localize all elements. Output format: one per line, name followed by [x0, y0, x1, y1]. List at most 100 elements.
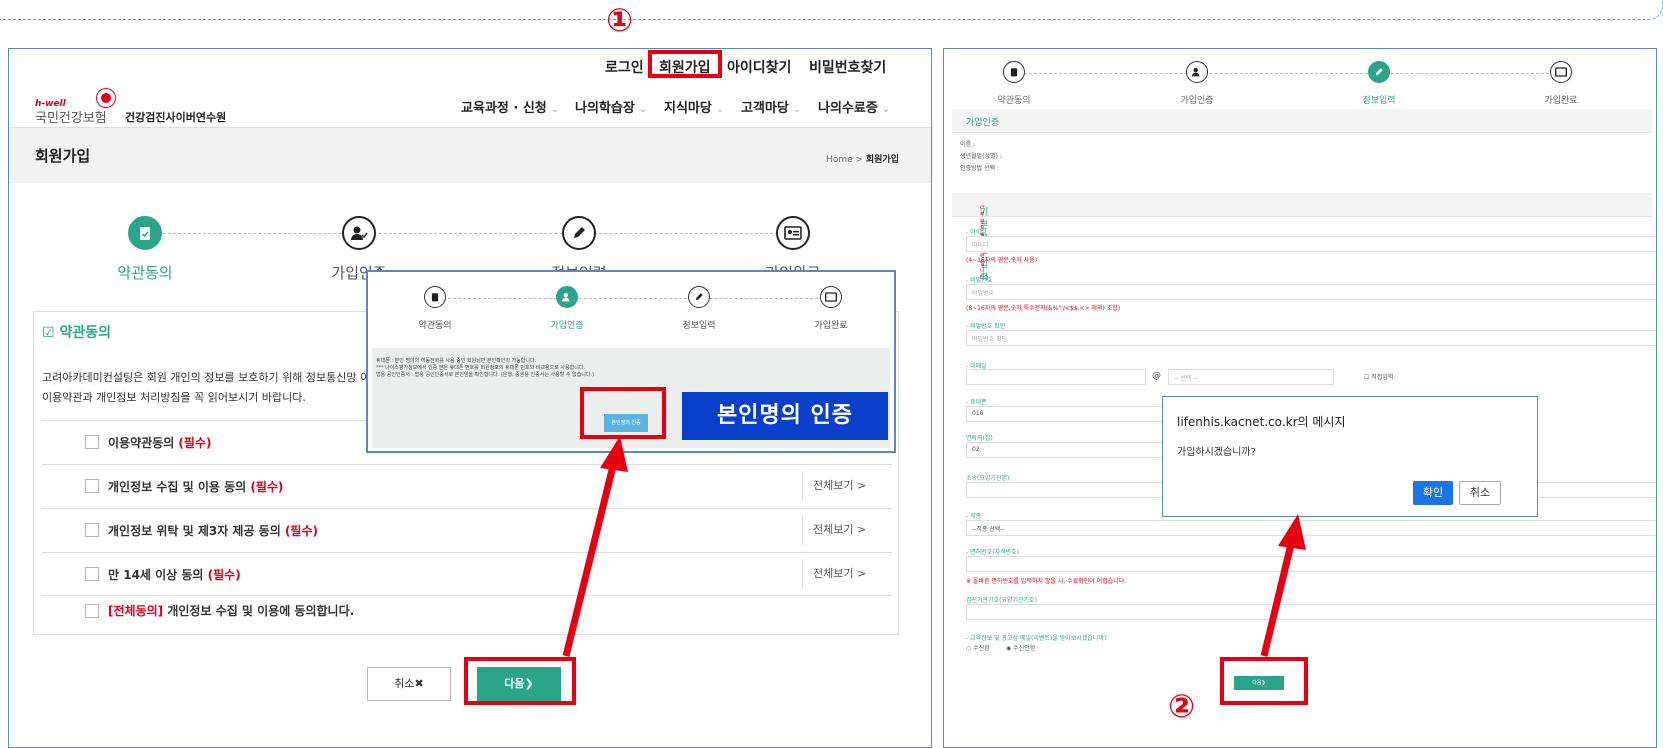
required-tag: (필수): [284, 524, 318, 538]
required-tag: (필수): [178, 436, 212, 450]
email-id-input[interactable]: [966, 369, 1146, 385]
password-confirm-label: - 비밀번호 확인: [966, 323, 1006, 330]
chevron-down-icon: ⌄: [881, 104, 891, 115]
id-card-icon: [820, 286, 842, 308]
agree-row-label: 만 14세 이상 동의 (필수): [108, 566, 241, 583]
method-label: 인증방법 선택 :: [960, 165, 999, 172]
terms-description-line2: 이용약관과 개인정보 처리방침을 꼭 읽어보시기 바랍니다.: [42, 391, 306, 404]
popup-step-terms-label: 약관동의: [418, 321, 452, 331]
password-input[interactable]: 비밀번호: [966, 284, 1656, 300]
popup-step-info-label: 정보입력: [682, 321, 716, 331]
tel-label: 연락처(집): [966, 435, 993, 442]
dialog-cancel-button[interactable]: 취소: [1459, 481, 1501, 505]
dialog-message: 가입하시겠습니까?: [1177, 447, 1256, 458]
agree-all-row: [전체동의] 개인정보 수집 및 이용에 동의합니다.: [42, 596, 892, 626]
find-id-link[interactable]: 아이디찾기: [727, 57, 791, 77]
popup-step-info: 정보입력: [654, 286, 744, 331]
section-verify-bar: 가입인증: [952, 109, 1652, 133]
agree-row-text: 개인정보 위탁 및 제3자 제공 동의: [108, 524, 285, 538]
gnav-course-label: 교육과정 · 신청: [461, 101, 547, 116]
password-hint: (8~16자의 영문,숫자,특수문자(&%"'/<$$,<> 제외) 조합): [966, 305, 1121, 312]
nhis-logo-icon: [97, 89, 115, 107]
phone-input[interactable]: 010: [966, 406, 1166, 422]
id-input[interactable]: 아이디: [966, 236, 1656, 252]
marketing-yes-label: 수신함: [973, 645, 990, 652]
gnav-knowledge[interactable]: 지식마당 ⌄: [664, 97, 724, 116]
right-step-verify-label: 가입인증: [1180, 96, 1214, 106]
id-hint: (4~16자의 영문,숫자 사용): [966, 257, 1038, 264]
name-label: 이름 :: [960, 141, 975, 148]
view-all-link[interactable]: 전체보기 >: [802, 471, 866, 501]
login-link[interactable]: 로그인: [605, 57, 644, 77]
gnav-customer[interactable]: 고객마당 ⌄: [741, 97, 801, 116]
brand-nhis[interactable]: 국민건강보험: [35, 107, 107, 126]
job-select[interactable]: --직종 선택--: [966, 520, 1656, 536]
agree-all-text: 개인정보 수집 및 이용에 동의합니다.: [163, 604, 355, 618]
gnav-customer-label: 고객마당: [741, 101, 789, 116]
agree-row: 개인정보 수집 및 이용 동의 (필수) 전체보기 >: [42, 464, 892, 508]
license-hint: ※ 올바른 면허번호를 입력하지 않을 시, 수료확인이 어렵습니다.: [966, 578, 1127, 585]
email-direct-option[interactable]: ☐ 직접입력: [1364, 372, 1393, 381]
breadcrumb-current: 회원가입: [865, 155, 899, 165]
popup-step-complete: 가입완료: [786, 286, 876, 331]
step-connector: [438, 298, 818, 299]
highlight-right-next-button: [1220, 657, 1308, 705]
annotation-number-1: ①: [606, 1, 634, 39]
section-verify-title: 가입인증: [966, 118, 1000, 128]
cancel-button[interactable]: 취소✖: [367, 667, 451, 701]
verify-info-line: *** 나이스평가정보에서 인증 받은 휴대폰 번호를 회원정보의 휴대폰 번호…: [376, 365, 585, 371]
required-tag: (필수): [207, 568, 241, 582]
popup-step-verify: 가입인증: [522, 286, 612, 331]
password-label: - 비밀번호: [966, 277, 993, 284]
clipboard-check-icon: [128, 216, 162, 250]
page-title: 회원가입: [35, 147, 91, 165]
breadcrumb-home[interactable]: Home: [826, 155, 853, 165]
clipboard-check-icon: [1003, 61, 1025, 83]
age-14-checkbox[interactable]: [85, 567, 99, 581]
terms-description-line1: 고려아카데미컨설팅은 회원 개인의 정보를 보호하기 위해 정보통신망 이용: [42, 371, 381, 384]
privacy-third-party-checkbox[interactable]: [85, 523, 99, 537]
privacy-collect-checkbox[interactable]: [85, 479, 99, 493]
institution-input[interactable]: [966, 604, 1656, 620]
popup-step-terms: 약관동의: [390, 286, 480, 331]
chevron-down-icon: ⌄: [715, 104, 725, 115]
gnav-knowledge-label: 지식마당: [664, 101, 712, 116]
marketing-no-radio[interactable]: ◉ 수신안함: [1006, 643, 1035, 652]
find-password-link[interactable]: 비밀번호찾기: [809, 57, 886, 77]
highlight-signup-link: [648, 50, 722, 78]
gnav-my-learning[interactable]: 나의학습장 ⌄: [575, 97, 647, 116]
phone-label: - 휴대폰: [966, 399, 987, 406]
agree-all-tag: [전체동의]: [108, 604, 164, 618]
agree-row-label: 개인정보 위탁 및 제3자 제공 동의 (필수): [108, 522, 318, 539]
at-icon: @: [1152, 371, 1161, 381]
gnav-my-learning-label: 나의학습장: [575, 101, 635, 116]
view-all-link[interactable]: 전체보기 >: [802, 515, 866, 545]
license-input[interactable]: [966, 556, 1656, 572]
gnav-certificate-label: 나의수료증: [818, 101, 878, 116]
terms-title-label: 약관동의: [59, 325, 111, 341]
id-card-icon: [1550, 61, 1572, 83]
agree-all-checkbox[interactable]: [85, 604, 99, 618]
user-check-icon: [1186, 61, 1208, 83]
right-step-complete-label: 가입완료: [1544, 96, 1578, 106]
terms-checkbox[interactable]: [85, 435, 99, 449]
dialog-ok-button[interactable]: 확인: [1413, 481, 1453, 505]
user-check-icon: [342, 216, 376, 250]
email-domain-select[interactable]: -- 선택 --: [1168, 369, 1334, 385]
gnav-course[interactable]: 교육과정 · 신청 ⌄: [461, 97, 559, 116]
pencil-icon: [688, 286, 710, 308]
id-label: - 아이디: [966, 229, 987, 236]
view-all-link[interactable]: 전체보기 >: [802, 559, 866, 589]
password-confirm-input[interactable]: 비밀번호 확인: [966, 330, 1656, 346]
marketing-yes-radio[interactable]: ○ 수신함: [966, 643, 990, 652]
breadcrumb: Home > 회원가입: [826, 155, 899, 165]
step-connector: [1024, 73, 1564, 74]
chevron-down-icon: ⌄: [792, 104, 802, 115]
right-step-info: 정보입력: [1329, 61, 1429, 106]
agree-row-label: 개인정보 수집 및 이용 동의 (필수): [108, 478, 283, 495]
dialog-title: lifenhis.kacnet.co.kr의 메시지: [1177, 415, 1346, 429]
highlight-next-button: [464, 657, 576, 705]
tel-select[interactable]: 02: [966, 442, 1166, 458]
agree-row: 개인정보 위탁 및 제3자 제공 동의 (필수) 전체보기 >: [42, 508, 892, 552]
gnav-certificate[interactable]: 나의수료증 ⌄: [818, 97, 890, 116]
